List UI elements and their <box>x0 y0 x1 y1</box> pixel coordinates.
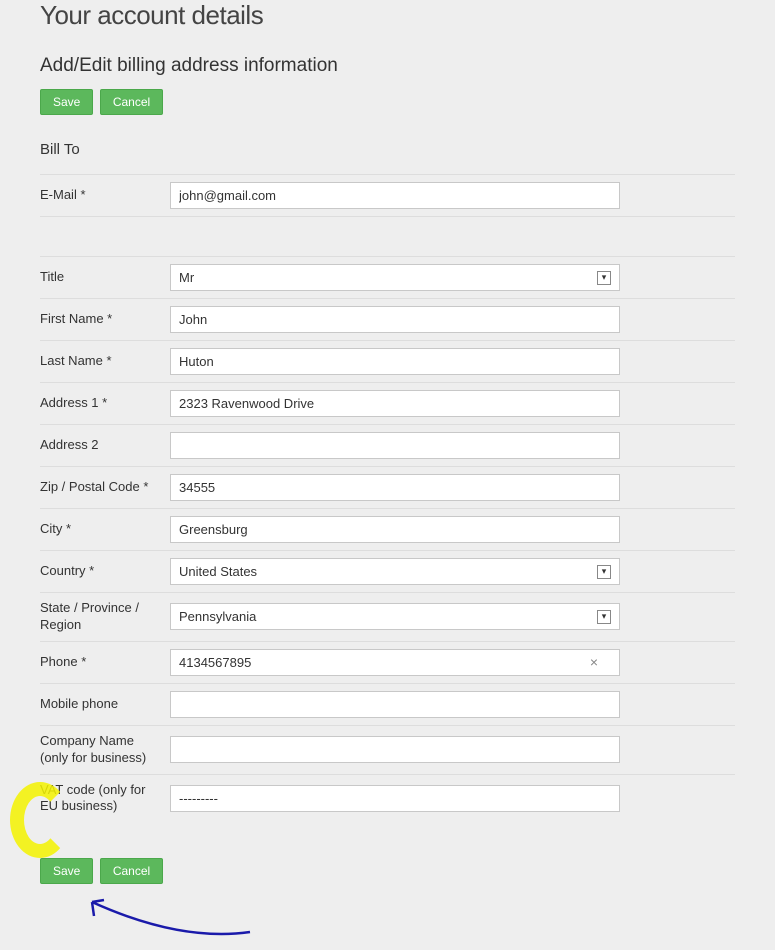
state-select-value: Pennsylvania <box>179 609 256 624</box>
label-email: E-Mail * <box>40 187 170 204</box>
title-select-value: Mr <box>179 270 194 285</box>
save-button-bottom[interactable]: Save <box>40 858 93 884</box>
email-field[interactable] <box>170 182 620 209</box>
row-address1: Address 1 * <box>40 382 735 424</box>
cancel-button-bottom[interactable]: Cancel <box>100 858 163 884</box>
label-zip: Zip / Postal Code * <box>40 479 170 496</box>
country-select[interactable]: United States ▾ <box>170 558 620 585</box>
last-name-field[interactable] <box>170 348 620 375</box>
chevron-down-icon: ▾ <box>597 610 611 624</box>
label-state: State / Province / Region <box>40 600 170 634</box>
title-select[interactable]: Mr ▾ <box>170 264 620 291</box>
label-company: Company Name (only for business) <box>40 733 170 767</box>
label-last-name: Last Name * <box>40 353 170 370</box>
vat-field[interactable] <box>170 785 620 812</box>
row-state: State / Province / Region Pennsylvania ▾ <box>40 592 735 641</box>
row-zip: Zip / Postal Code * <box>40 466 735 508</box>
row-address2: Address 2 <box>40 424 735 466</box>
label-city: City * <box>40 521 170 538</box>
chevron-down-icon: ▾ <box>597 565 611 579</box>
address2-field[interactable] <box>170 432 620 459</box>
row-company: Company Name (only for business) <box>40 725 735 774</box>
address1-field[interactable] <box>170 390 620 417</box>
row-title: Title Mr ▾ <box>40 256 735 298</box>
row-country: Country * United States ▾ <box>40 550 735 592</box>
first-name-field[interactable] <box>170 306 620 333</box>
top-button-row: Save Cancel <box>40 89 735 115</box>
label-address2: Address 2 <box>40 437 170 454</box>
row-first-name: First Name * <box>40 298 735 340</box>
cancel-button[interactable]: Cancel <box>100 89 163 115</box>
label-phone: Phone * <box>40 654 170 671</box>
section-bill-to: Bill To <box>40 141 735 158</box>
phone-field[interactable] <box>170 649 620 676</box>
mobile-field[interactable] <box>170 691 620 718</box>
clear-icon[interactable]: × <box>590 654 598 670</box>
save-button[interactable]: Save <box>40 89 93 115</box>
state-select[interactable]: Pennsylvania ▾ <box>170 603 620 630</box>
page-title: Your account details <box>40 0 735 31</box>
company-field[interactable] <box>170 736 620 763</box>
row-phone: Phone * × <box>40 641 735 683</box>
row-last-name: Last Name * <box>40 340 735 382</box>
label-title: Title <box>40 269 170 286</box>
row-mobile: Mobile phone <box>40 683 735 725</box>
label-country: Country * <box>40 563 170 580</box>
row-city: City * <box>40 508 735 550</box>
label-address1: Address 1 * <box>40 395 170 412</box>
row-vat: VAT code (only for EU business) <box>40 774 735 823</box>
page-subtitle: Add/Edit billing address information <box>40 55 735 77</box>
chevron-down-icon: ▾ <box>597 271 611 285</box>
bottom-button-row: Save Cancel <box>40 858 735 884</box>
label-first-name: First Name * <box>40 311 170 328</box>
spacer <box>40 216 735 256</box>
city-field[interactable] <box>170 516 620 543</box>
zip-field[interactable] <box>170 474 620 501</box>
label-vat: VAT code (only for EU business) <box>40 782 170 816</box>
label-mobile: Mobile phone <box>40 696 170 713</box>
row-email: E-Mail * <box>40 174 735 216</box>
country-select-value: United States <box>179 564 257 579</box>
